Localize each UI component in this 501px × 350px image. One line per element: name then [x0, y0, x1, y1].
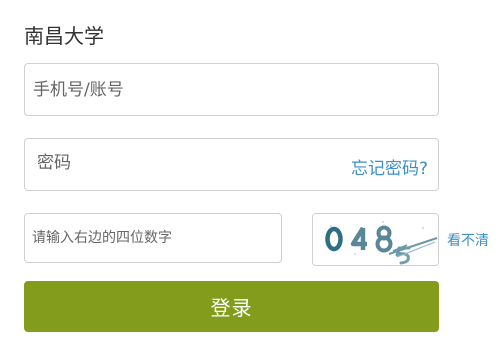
captcha-graphic — [313, 214, 438, 265]
login-button[interactable]: 登录 — [24, 281, 439, 332]
password-field[interactable]: 忘记密码? — [24, 138, 439, 191]
captcha-image[interactable] — [312, 213, 439, 266]
account-field[interactable] — [24, 63, 439, 116]
password-input[interactable] — [37, 139, 337, 187]
forgot-password-link[interactable]: 忘记密码? — [351, 157, 428, 181]
captcha-input[interactable] — [32, 214, 272, 262]
refresh-captcha-link[interactable]: 看不清 — [447, 232, 489, 250]
captcha-field[interactable] — [24, 213, 282, 263]
account-input[interactable] — [33, 64, 428, 115]
school-name: 南昌大学 — [24, 24, 104, 48]
